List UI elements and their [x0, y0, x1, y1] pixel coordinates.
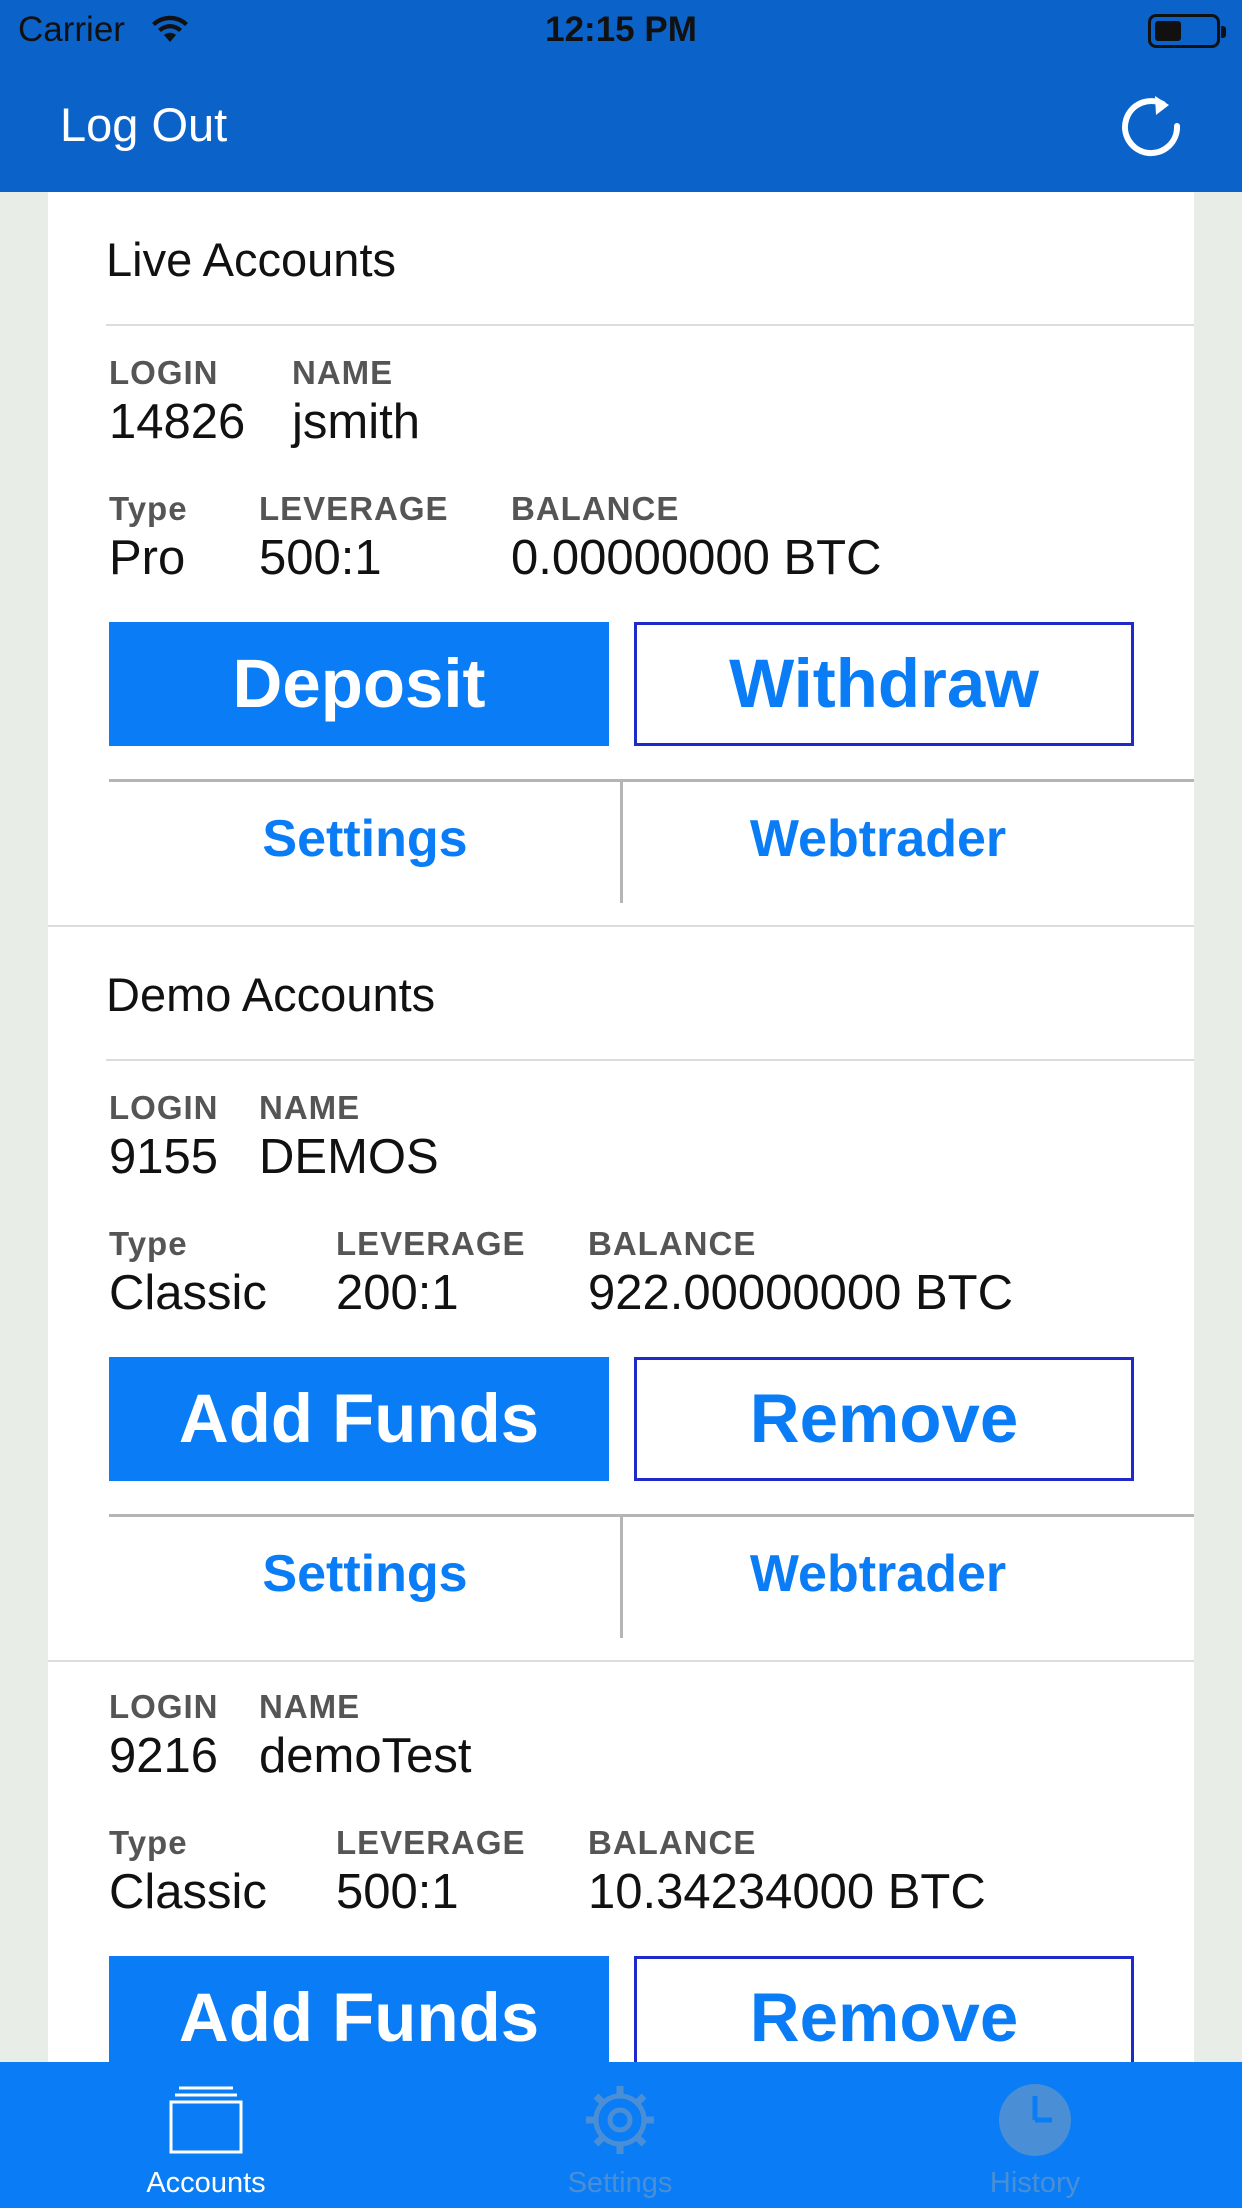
link-divider: [620, 782, 623, 903]
leverage-value: 500:1: [336, 1865, 459, 1919]
balance-value: 10.34234000 BTC: [588, 1865, 986, 1919]
withdraw-button[interactable]: Withdraw: [634, 622, 1134, 746]
login-label: LOGIN: [109, 354, 219, 391]
login-value: 9216: [109, 1729, 219, 1783]
tab-settings[interactable]: Settings: [470, 2062, 770, 2208]
link-divider: [620, 1517, 623, 1638]
balance-label: BALANCE: [511, 490, 680, 527]
account-card: LOGIN NAME 14826 jsmith Type LEVERAGE BA…: [109, 326, 1194, 903]
gear-icon: [586, 2086, 654, 2154]
login-label: LOGIN: [109, 1688, 219, 1725]
refresh-icon[interactable]: [1115, 90, 1187, 162]
navigation-bar: Log Out: [0, 62, 1242, 192]
balance-value: 922.00000000 BTC: [588, 1266, 1013, 1320]
tab-history[interactable]: History: [885, 2062, 1185, 2208]
logout-button[interactable]: Log Out: [60, 97, 227, 152]
clock-time: 12:15 PM: [545, 10, 697, 49]
demo-accounts-header: Demo Accounts: [106, 927, 1194, 1061]
balance-label: BALANCE: [588, 1824, 757, 1861]
tab-bar: Accounts Settings History: [0, 2062, 1242, 2208]
login-value: 14826: [109, 395, 246, 449]
tab-label: History: [989, 2167, 1081, 2199]
login-value: 9155: [109, 1130, 219, 1184]
name-label: NAME: [292, 354, 394, 391]
name-value: jsmith: [292, 395, 420, 449]
account-card: LOGIN NAME 9216 demoTest Type LEVERAGE B…: [109, 1662, 1194, 2062]
name-label: NAME: [259, 1688, 361, 1725]
live-accounts-header: Live Accounts: [106, 192, 1194, 326]
accounts-list: Live Accounts LOGIN NAME 14826 jsmith Ty…: [48, 192, 1194, 2062]
name-value: demoTest: [259, 1729, 472, 1783]
leverage-label: LEVERAGE: [259, 490, 449, 527]
section-title: Demo Accounts: [106, 968, 436, 1021]
settings-link[interactable]: Settings: [115, 782, 615, 903]
type-value: Pro: [109, 531, 186, 585]
add-funds-button[interactable]: Add Funds: [109, 1357, 609, 1481]
webtrader-link[interactable]: Webtrader: [628, 1517, 1128, 1638]
tab-accounts[interactable]: Accounts: [56, 2062, 356, 2208]
name-value: DEMOS: [259, 1130, 439, 1184]
remove-button[interactable]: Remove: [634, 1956, 1134, 2062]
type-label: Type: [109, 1824, 188, 1861]
battery-icon: [1148, 14, 1226, 48]
login-label: LOGIN: [109, 1089, 219, 1126]
tab-label: Accounts: [146, 2167, 266, 2199]
webtrader-link[interactable]: Webtrader: [628, 782, 1128, 903]
type-value: Classic: [109, 1865, 267, 1919]
add-funds-button[interactable]: Add Funds: [109, 1956, 609, 2062]
tab-label: Settings: [567, 2167, 673, 2199]
settings-link[interactable]: Settings: [115, 1517, 615, 1638]
leverage-label: LEVERAGE: [336, 1225, 526, 1262]
leverage-value: 500:1: [259, 531, 382, 585]
section-title: Live Accounts: [106, 233, 397, 286]
name-label: NAME: [259, 1089, 361, 1126]
type-label: Type: [109, 1225, 188, 1262]
balance-label: BALANCE: [588, 1225, 757, 1262]
leverage-label: LEVERAGE: [336, 1824, 526, 1861]
account-links: Settings Webtrader: [109, 779, 1194, 903]
balance-value: 0.00000000 BTC: [511, 531, 882, 585]
leverage-value: 200:1: [336, 1266, 459, 1320]
deposit-button[interactable]: Deposit: [109, 622, 609, 746]
type-value: Classic: [109, 1266, 267, 1320]
status-bar: Carrier 12:15 PM: [0, 0, 1242, 62]
remove-button[interactable]: Remove: [634, 1357, 1134, 1481]
type-label: Type: [109, 490, 188, 527]
account-card: LOGIN NAME 9155 DEMOS Type LEVERAGE BALA…: [109, 1061, 1194, 1638]
clock-icon: [999, 2084, 1071, 2156]
account-links: Settings Webtrader: [109, 1514, 1194, 1638]
accounts-icon: [169, 2086, 243, 2154]
